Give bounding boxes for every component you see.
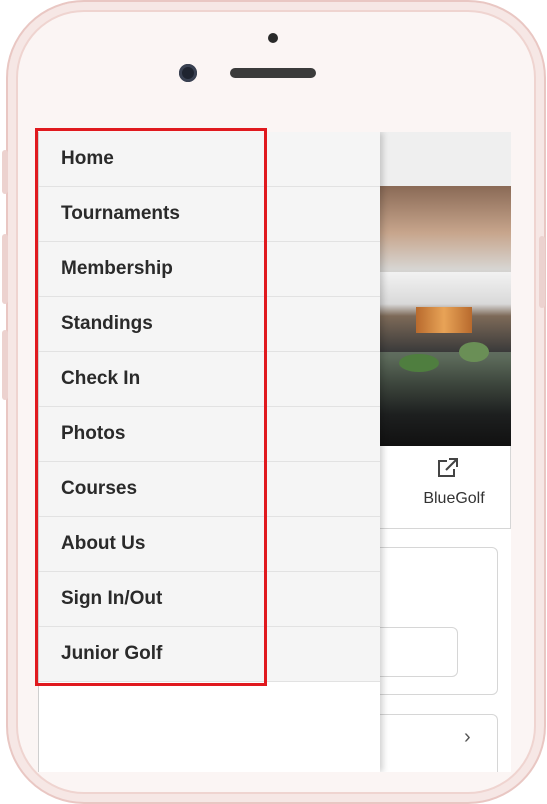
proximity-sensor [268, 33, 278, 43]
menu-item-about-us[interactable]: About Us [39, 517, 380, 572]
external-link-icon [438, 458, 459, 477]
hero-house-window [416, 307, 472, 333]
card-input-field[interactable] [379, 627, 458, 677]
menu-list: Home Tournaments Membership Standings Ch… [39, 132, 380, 682]
hero-shrub [459, 342, 489, 362]
menu-item-standings[interactable]: Standings [39, 297, 380, 352]
phone-power-button [539, 236, 545, 308]
content-card-link[interactable] [379, 714, 498, 772]
menu-item-photos[interactable]: Photos [39, 407, 380, 462]
menu-item-junior-golf[interactable]: Junior Golf [39, 627, 380, 682]
menu-item-home[interactable]: Home [39, 132, 380, 187]
menu-item-sign-in-out[interactable]: Sign In/Out [39, 572, 380, 627]
front-camera-icon [179, 64, 197, 82]
menu-item-membership[interactable]: Membership [39, 242, 380, 297]
phone-side-button [2, 330, 8, 400]
earpiece-speaker [230, 68, 316, 78]
navigation-drawer: Home Tournaments Membership Standings Ch… [39, 132, 380, 772]
menu-item-courses[interactable]: Courses [39, 462, 380, 517]
hero-shrub [399, 354, 439, 372]
menu-item-tournaments[interactable]: Tournaments [39, 187, 380, 242]
app-screen: BlueGolf › Home Tournaments Membership S… [38, 132, 511, 772]
phone-side-button [2, 150, 8, 194]
chevron-right-icon: › [464, 726, 471, 748]
bluegolf-label[interactable]: BlueGolf [409, 490, 499, 508]
menu-item-check-in[interactable]: Check In [39, 352, 380, 407]
phone-side-button [2, 234, 8, 304]
